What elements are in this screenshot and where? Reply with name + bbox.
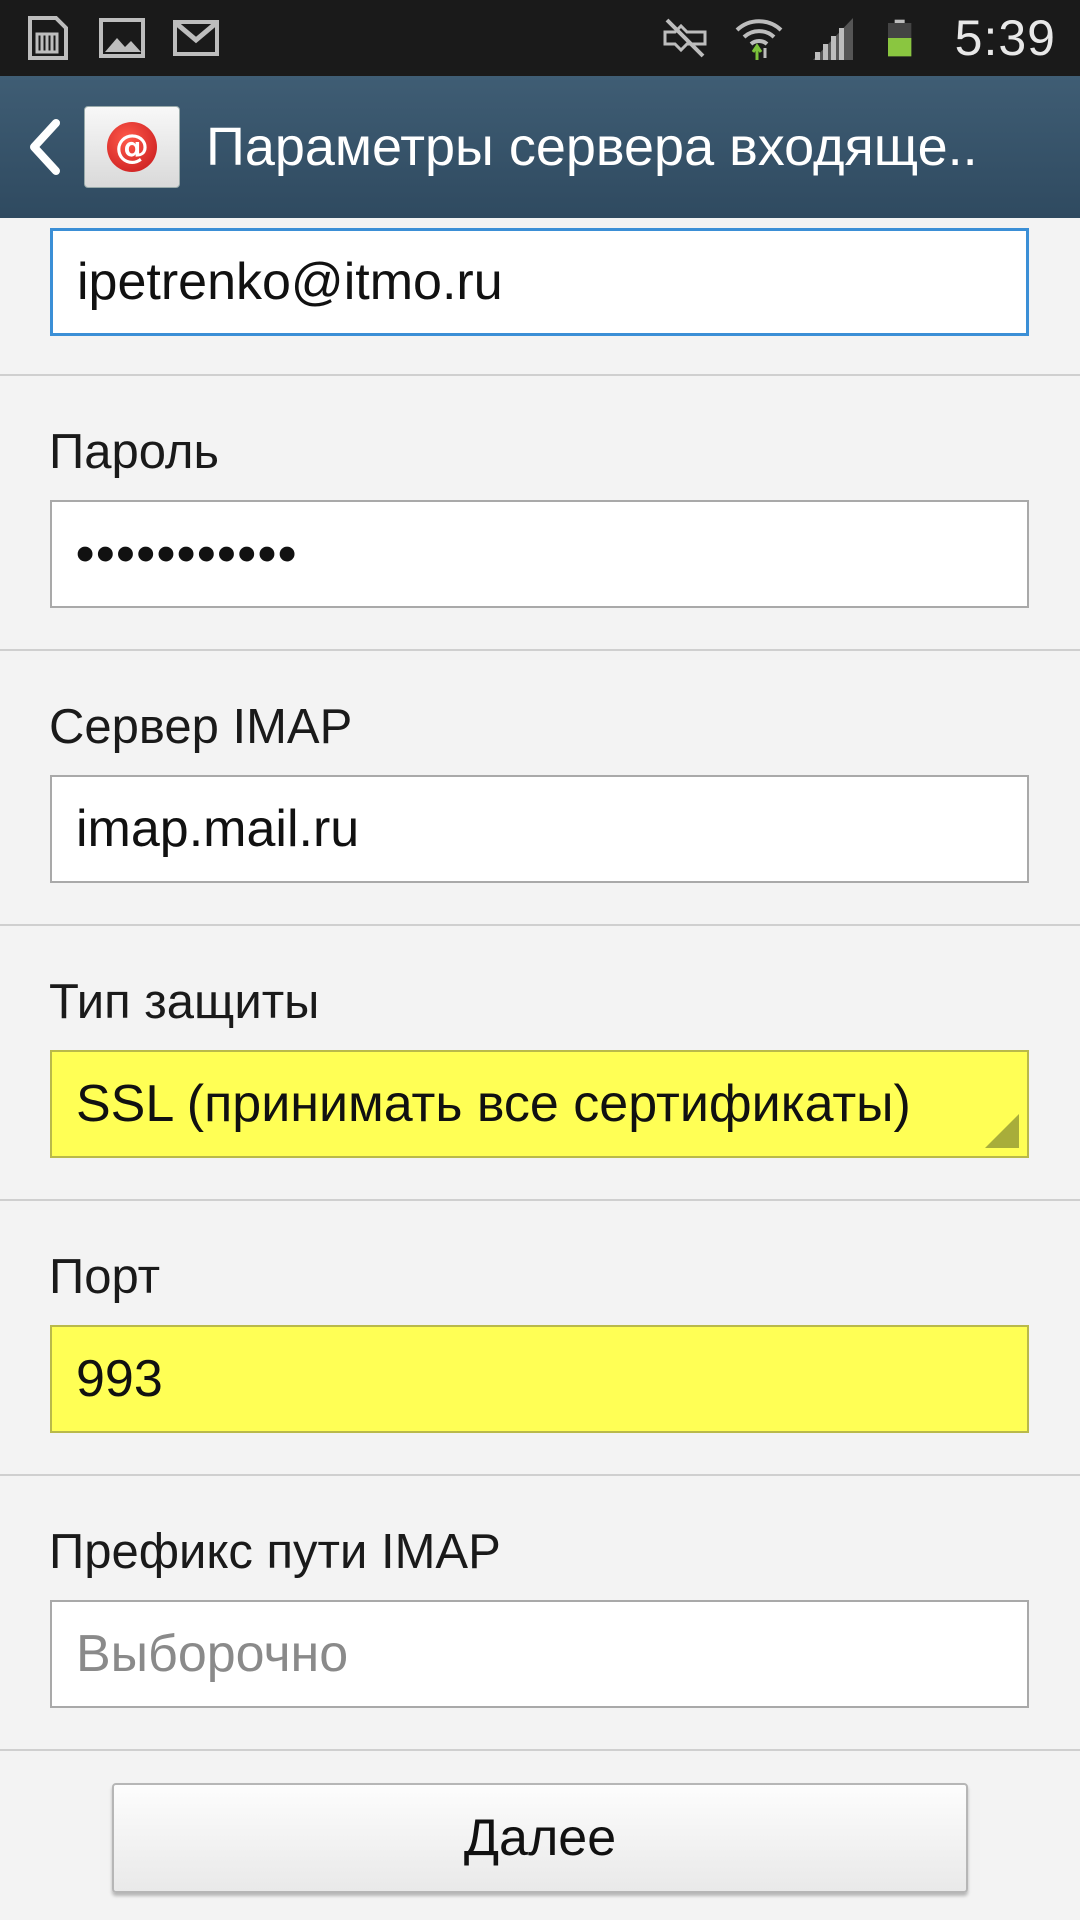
port-field[interactable]: 993 [50, 1325, 1029, 1433]
back-chevron-icon[interactable] [24, 117, 64, 177]
username-section: ipetrenko@itmo.ru [0, 218, 1080, 376]
notification-icons [24, 14, 220, 62]
port-value: 993 [76, 1350, 163, 1408]
battery-icon [887, 19, 912, 57]
wifi-icon [735, 19, 783, 60]
prefix-field[interactable]: Выборочно [50, 1600, 1029, 1708]
password-label: Пароль [49, 425, 220, 479]
clock: 5:39 [954, 10, 1056, 66]
prefix-label: Префикс пути IMAP [49, 1525, 501, 1579]
dropdown-corner-icon [985, 1114, 1019, 1148]
password-section: Пароль ••••••••••• [0, 376, 1080, 651]
security-value: SSL (принимать все сертификаты) [76, 1075, 911, 1133]
username-value: ipetrenko@itmo.ru [77, 253, 503, 311]
server-section: Сервер IMAP imap.mail.ru [0, 651, 1080, 926]
password-value: ••••••••••• [76, 525, 299, 583]
server-value: imap.mail.ru [76, 800, 360, 858]
port-label: Порт [49, 1250, 161, 1304]
prefix-section: Префикс пути IMAP Выборочно [0, 1476, 1080, 1751]
at-sign-icon: @ [107, 122, 157, 172]
username-field[interactable]: ipetrenko@itmo.ru [50, 228, 1029, 336]
server-settings-form: ipetrenko@itmo.ru Пароль ••••••••••• Сер… [0, 218, 1080, 1751]
security-type-dropdown[interactable]: SSL (принимать все сертификаты) [50, 1050, 1029, 1158]
gmail-icon [173, 20, 219, 56]
page-title: Параметры сервера входяще.. [206, 117, 978, 177]
server-label: Сервер IMAP [49, 700, 353, 754]
sd-card-icon [28, 16, 68, 60]
password-field[interactable]: ••••••••••• [50, 500, 1029, 608]
system-indicators: 5:39 [661, 9, 1056, 67]
status-bar: 5:39 [0, 0, 1080, 76]
next-button[interactable]: Далее [112, 1783, 968, 1893]
action-bar: @ Параметры сервера входяще.. [0, 76, 1080, 218]
signal-icon [812, 18, 853, 60]
image-icon [99, 18, 145, 58]
prefix-placeholder: Выборочно [76, 1625, 349, 1683]
security-section: Тип защиты SSL (принимать все сертификат… [0, 926, 1080, 1201]
email-app-icon[interactable]: @ [84, 106, 180, 188]
server-field[interactable]: imap.mail.ru [50, 775, 1029, 883]
port-section: Порт 993 [0, 1201, 1080, 1476]
security-label: Тип защиты [49, 975, 320, 1029]
mute-icon [663, 18, 707, 58]
